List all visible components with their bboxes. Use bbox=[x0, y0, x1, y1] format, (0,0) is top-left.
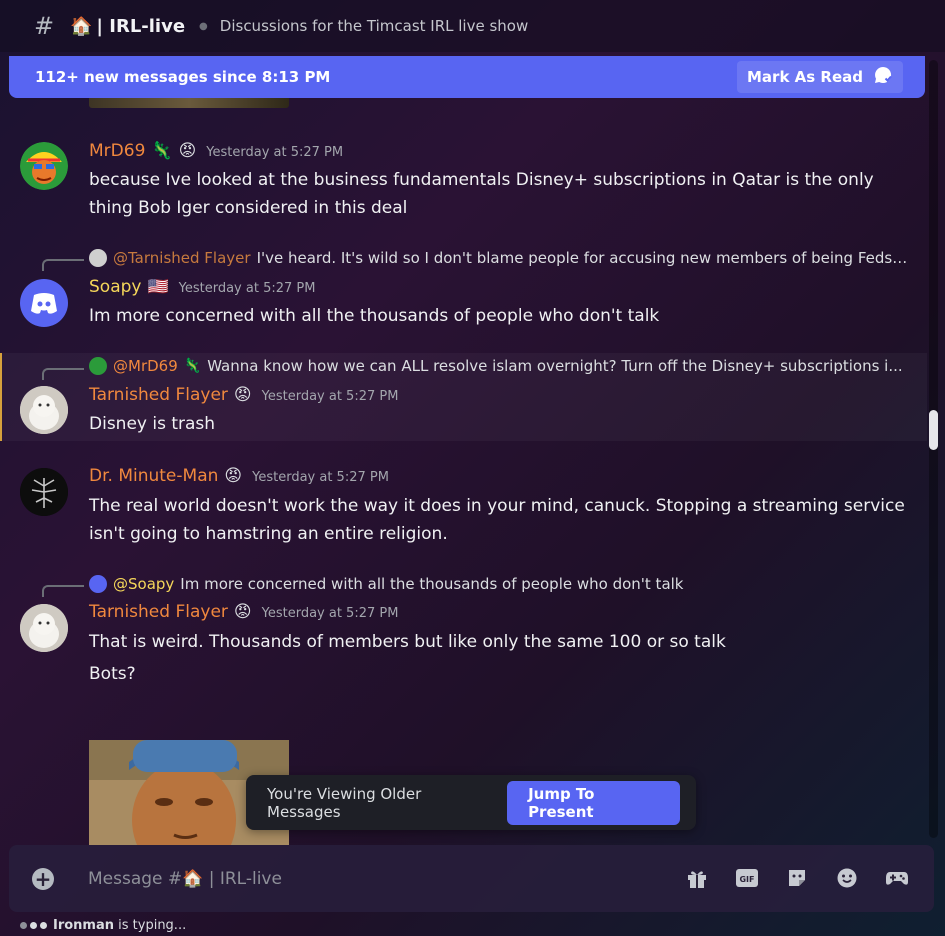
typing-suffix: is typing... bbox=[114, 918, 187, 933]
mark-read-icon bbox=[873, 65, 893, 89]
angry-badge-icon: 😡 bbox=[233, 385, 252, 405]
username[interactable]: Tarnished Flayer bbox=[89, 602, 228, 622]
message-body: That is weird. Thousands of members but … bbox=[89, 632, 726, 652]
angry-badge-icon: 😡 bbox=[233, 602, 252, 622]
reply-preview[interactable]: @MrD69 🦎 Wanna know how we can ALL resol… bbox=[89, 357, 909, 375]
us-flag-badge-icon: 🇺🇸 bbox=[147, 277, 169, 297]
new-messages-text[interactable]: 112+ new messages since 8:13 PM bbox=[35, 68, 330, 86]
avatar[interactable] bbox=[20, 604, 68, 652]
username[interactable]: Tarnished Flayer bbox=[89, 385, 228, 405]
message-body: Im more concerned with all the thousands… bbox=[89, 306, 660, 326]
sticker-icon[interactable] bbox=[782, 865, 812, 891]
avatar[interactable] bbox=[20, 468, 68, 516]
older-messages-bar: You're Viewing Older Messages Jump To Pr… bbox=[246, 775, 696, 830]
typing-dots-icon bbox=[20, 922, 47, 929]
emoji-icon[interactable] bbox=[832, 865, 862, 891]
mark-as-read-button[interactable]: Mark As Read bbox=[737, 61, 903, 93]
mark-as-read-label: Mark As Read bbox=[747, 68, 863, 86]
reply-author[interactable]: @Tarnished Flayer bbox=[113, 249, 251, 267]
svg-text:GIF: GIF bbox=[739, 875, 754, 884]
angry-badge-icon: 😡 bbox=[178, 141, 197, 161]
reply-text[interactable]: Im more concerned with all the thousands… bbox=[180, 575, 683, 593]
message-input[interactable]: Message #🏠 | IRL-live bbox=[88, 869, 282, 889]
reply-text[interactable]: I've heard. It's wild so I don't blame p… bbox=[257, 249, 909, 267]
discord-icon bbox=[89, 575, 107, 593]
reply-spine bbox=[42, 259, 84, 271]
header-separator: ● bbox=[199, 20, 208, 32]
message-body: because Ive looked at the business funda… bbox=[89, 170, 874, 218]
gift-icon[interactable] bbox=[682, 865, 712, 891]
reply-author[interactable]: @MrD69 bbox=[113, 357, 178, 375]
gamepad-icon[interactable] bbox=[882, 865, 912, 891]
avatar[interactable] bbox=[20, 142, 68, 190]
channel-name: | IRL-live bbox=[96, 15, 186, 37]
lizard-badge-icon: 🦎 bbox=[151, 141, 173, 161]
reply-preview[interactable]: @Soapy Im more concerned with all the th… bbox=[89, 575, 909, 593]
scrollbar-thumb[interactable] bbox=[929, 410, 938, 450]
timestamp: Yesterday at 5:27 PM bbox=[261, 606, 399, 621]
timestamp: Yesterday at 5:27 PM bbox=[206, 145, 344, 160]
reply-text[interactable]: Wanna know how we can ALL resolve islam … bbox=[207, 357, 902, 375]
timestamp: Yesterday at 5:27 PM bbox=[178, 281, 316, 296]
username[interactable]: Soapy bbox=[89, 277, 141, 297]
avatar[interactable] bbox=[20, 386, 68, 434]
lizard-badge-icon: 🦎 bbox=[183, 358, 202, 374]
gif-icon[interactable]: GIF bbox=[732, 865, 762, 891]
typing-indicator: Ironman is typing... bbox=[20, 918, 186, 933]
reply-spine bbox=[42, 585, 84, 597]
username[interactable]: Dr. Minute-Man bbox=[89, 466, 218, 486]
channel-emoji: 🏠 bbox=[70, 15, 93, 37]
angry-badge-icon: 😡 bbox=[224, 466, 243, 486]
reply-avatar bbox=[89, 249, 107, 267]
composer-toolbar: GIF bbox=[682, 865, 912, 891]
timestamp: Yesterday at 5:27 PM bbox=[261, 389, 399, 404]
text-channel-icon: # bbox=[34, 12, 55, 40]
reply-spine bbox=[42, 368, 84, 380]
channel-header: # 🏠 | IRL-live ● Discussions for the Tim… bbox=[0, 0, 945, 52]
reply-preview[interactable]: @Tarnished Flayer I've heard. It's wild … bbox=[89, 249, 909, 267]
message-composer[interactable]: + Message #🏠 | IRL-live GIF bbox=[9, 845, 934, 912]
username[interactable]: MrD69 bbox=[89, 141, 145, 161]
reply-author[interactable]: @Soapy bbox=[113, 575, 174, 593]
image-attachment-partial[interactable] bbox=[89, 98, 289, 108]
add-attachment-button[interactable]: + bbox=[32, 867, 54, 890]
typing-user: Ironman bbox=[53, 918, 115, 933]
channel-topic[interactable]: Discussions for the Timcast IRL live sho… bbox=[220, 17, 528, 35]
new-messages-bar[interactable]: 112+ new messages since 8:13 PM Mark As … bbox=[9, 56, 925, 98]
reply-avatar bbox=[89, 357, 107, 375]
message-body-continued: Bots? bbox=[89, 664, 136, 684]
older-messages-text: You're Viewing Older Messages bbox=[267, 784, 422, 821]
avatar[interactable] bbox=[20, 279, 68, 327]
message-body: The real world doesn't work the way it d… bbox=[89, 496, 905, 544]
message-body: Disney is trash bbox=[89, 414, 216, 434]
timestamp: Yesterday at 5:27 PM bbox=[252, 470, 389, 485]
jump-to-present-button[interactable]: Jump To Present bbox=[507, 780, 680, 825]
